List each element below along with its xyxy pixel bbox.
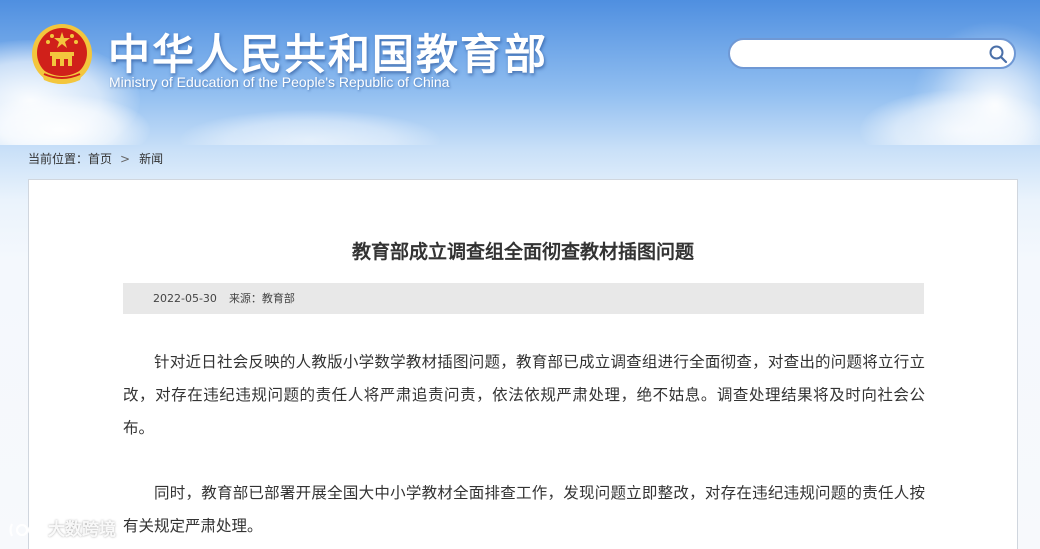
watermark: 大数跨境 [8, 515, 116, 540]
article-meta-bar: 2022-05-30 来源：教育部 [123, 283, 924, 314]
cloud-decoration [860, 90, 1040, 145]
search-icon[interactable] [988, 44, 1008, 64]
breadcrumb-item-home[interactable]: 首页 [88, 152, 112, 166]
site-title[interactable]: 中华人民共和国教育部 [108, 21, 548, 82]
article-container: 教育部成立调查组全面彻查教材插图问题 2022-05-30 来源：教育部 针对近日… [28, 179, 1018, 549]
breadcrumb-prefix: 当前位置： [28, 152, 89, 166]
cloud-decoration [180, 110, 440, 145]
breadcrumb-item-news[interactable]: 新闻 [139, 152, 163, 166]
article-paragraph: 同时，教育部已部署开展全国大中小学教材全面排查工作，发现问题立即整改，对存在违纪… [123, 484, 925, 535]
watermark-logo-icon [9, 523, 41, 537]
site-subtitle[interactable]: Ministry of Education of the People's Re… [109, 74, 449, 90]
search-input[interactable] [728, 38, 1016, 69]
chevron-right-icon: > [120, 151, 131, 166]
article-title: 教育部成立调查组全面彻查教材插图问题 [351, 241, 694, 263]
article-paragraph: 针对近日社会反映的人教版小学数学教材插图问题，教育部已成立调查组进行全面彻查，对… [123, 353, 925, 437]
national-emblem-icon [32, 24, 92, 84]
article-date: 2022-05-30 [153, 292, 217, 305]
article-source: 来源：教育部 [228, 292, 295, 305]
site-header: 中华人民共和国教育部 Ministry of Education of the … [0, 0, 1040, 145]
watermark-text: 大数跨境 [48, 520, 116, 540]
breadcrumb: 当前位置：首页 > 新闻 [28, 150, 163, 167]
